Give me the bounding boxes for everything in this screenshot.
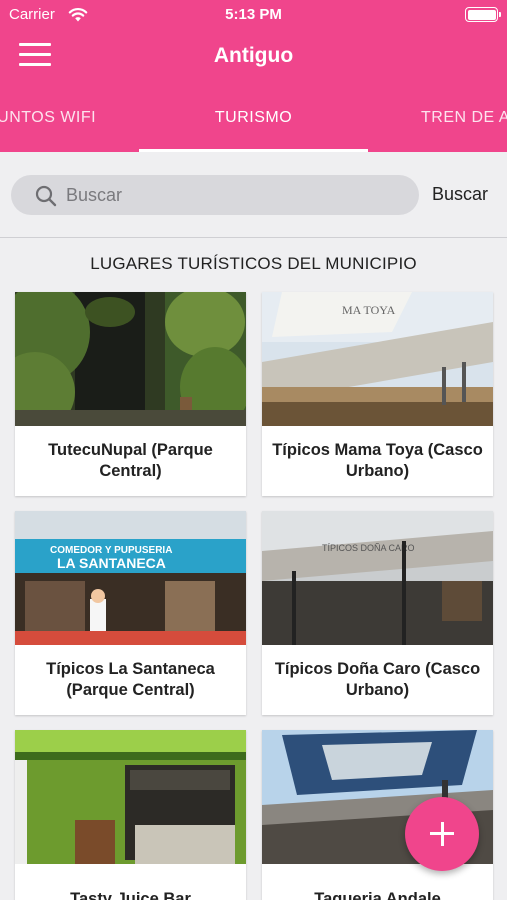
sign-text: MA TOYA [342, 303, 396, 317]
place-photo [15, 292, 246, 426]
place-card-dona-caro[interactable]: TÍPICOS DOÑA CARO Típicos Doña Caro (Cas… [262, 511, 493, 715]
place-photo: COMEDOR Y PUPUSERIA LA SANTANECA [15, 511, 246, 645]
search-bar: Buscar [0, 152, 507, 238]
place-photo: MA TOYA [262, 292, 493, 426]
place-name: Tasty Juice Bar [70, 889, 191, 900]
place-name: Taqueria Andale [314, 889, 441, 900]
app-header: Carrier 5:13 PM Antiguo PUNTOS WIFI TURI… [0, 0, 507, 152]
tab-bar: PUNTOS WIFI TURISMO TREN DE ASEO [0, 104, 507, 152]
sign-text: LA SANTANECA [57, 555, 166, 571]
battery-icon [465, 7, 501, 22]
place-name: TutecuNupal (Parque Central) [48, 441, 213, 480]
place-name: Típicos Mama Toya (Casco Urbano) [272, 441, 483, 480]
place-card-tutecunupal[interactable]: TutecuNupal (Parque Central) [15, 292, 246, 496]
place-card-tasty-juice-bar[interactable]: Tasty Juice Bar [15, 730, 246, 900]
status-time: 5:13 PM [225, 6, 282, 23]
search-icon [35, 185, 57, 207]
sign-text: TÍPICOS DOÑA CARO [322, 543, 415, 553]
search-field[interactable] [11, 175, 419, 215]
search-input[interactable] [66, 175, 406, 215]
place-card-la-santaneca[interactable]: COMEDOR Y PUPUSERIA LA SANTANECA Típicos… [15, 511, 246, 715]
place-name: Típicos La Santaneca (Parque Central) [46, 660, 215, 699]
place-photo [15, 730, 246, 864]
section-title: LUGARES TURÍSTICOS DEL MUNICIPIO [90, 254, 417, 273]
place-photo: TÍPICOS DOÑA CARO [262, 511, 493, 645]
place-card-mama-toya[interactable]: MA TOYA Típicos Mama Toya (Casco Urbano) [262, 292, 493, 496]
tab-tren-de-aseo[interactable]: TREN DE ASEO [421, 109, 507, 127]
place-name: Típicos Doña Caro (Casco Urbano) [274, 660, 481, 699]
app-title: Antiguo [213, 44, 294, 67]
search-button[interactable]: Buscar [432, 184, 488, 205]
add-place-fab-button[interactable] [405, 797, 479, 871]
status-bar: Carrier 5:13 PM [0, 0, 507, 30]
